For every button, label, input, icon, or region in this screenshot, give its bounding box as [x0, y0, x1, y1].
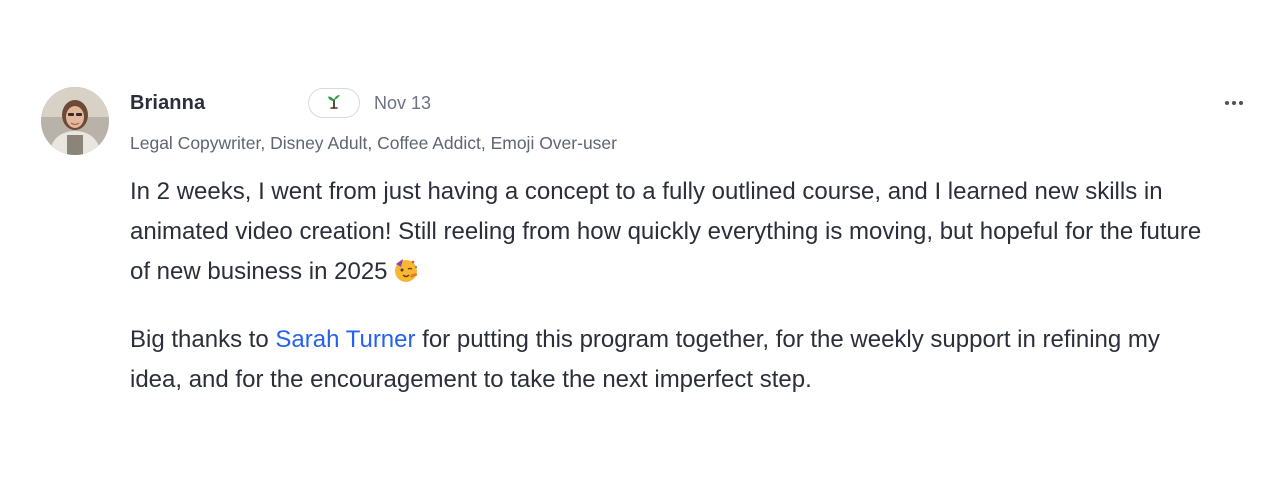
paragraph-text: Big thanks to	[130, 326, 276, 353]
more-options-button[interactable]	[1218, 92, 1250, 114]
author-name[interactable]: Brianna	[130, 92, 205, 115]
paragraph-text: In 2 weeks, I went from just having a co…	[130, 178, 1202, 285]
post-paragraph: In 2 weeks, I went from just having a co…	[130, 172, 1210, 292]
post-date[interactable]: Nov 13	[374, 93, 431, 114]
mention-link[interactable]: Sarah Turner	[275, 326, 415, 353]
post-card: Brianna Nov 13 Legal Copywriter, Disney …	[0, 0, 1280, 499]
partying-face-emoji-icon	[392, 256, 420, 284]
author-headline: Legal Copywriter, Disney Adult, Coffee A…	[130, 133, 617, 153]
post-paragraph: Big thanks to Sarah Turner for putting t…	[130, 320, 1210, 400]
post-body: In 2 weeks, I went from just having a co…	[130, 172, 1210, 400]
seedling-icon	[325, 92, 343, 115]
member-badge[interactable]	[308, 88, 360, 118]
more-horizontal-icon	[1225, 101, 1229, 105]
avatar[interactable]	[41, 87, 109, 155]
